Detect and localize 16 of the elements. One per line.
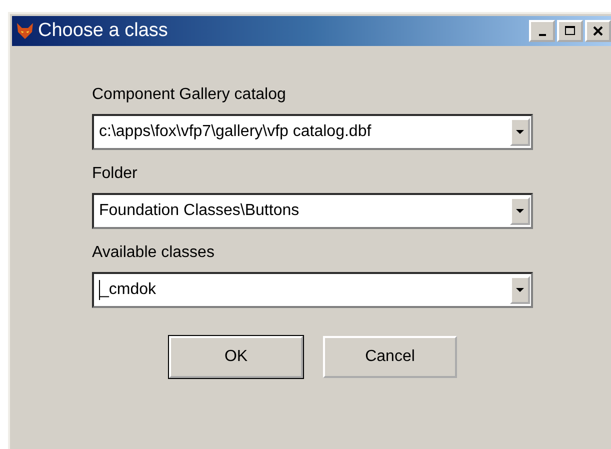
fox-head-icon [16, 22, 34, 40]
dropdown-field[interactable]: _cmdok [92, 272, 533, 308]
maximize-button[interactable] [557, 20, 583, 42]
dropdown-field[interactable]: c:\apps\fox\vfp7\gallery\vfp catalog.dbf [92, 114, 533, 150]
dialog-button[interactable]: Cancel [323, 336, 457, 378]
dropdown-field[interactable]: Foundation Classes\Buttons [92, 193, 533, 229]
field-label: Component Gallery catalog [92, 86, 287, 104]
minimize-button[interactable] [529, 20, 555, 42]
close-icon [593, 26, 603, 36]
minimize-icon [538, 34, 546, 36]
dialog-button[interactable]: OK [169, 336, 303, 378]
close-button[interactable] [585, 20, 611, 42]
maximize-icon [565, 26, 575, 36]
window-title: Choose a class [38, 20, 169, 42]
field-label: Folder [92, 165, 138, 183]
field-label: Available classes [92, 244, 216, 262]
